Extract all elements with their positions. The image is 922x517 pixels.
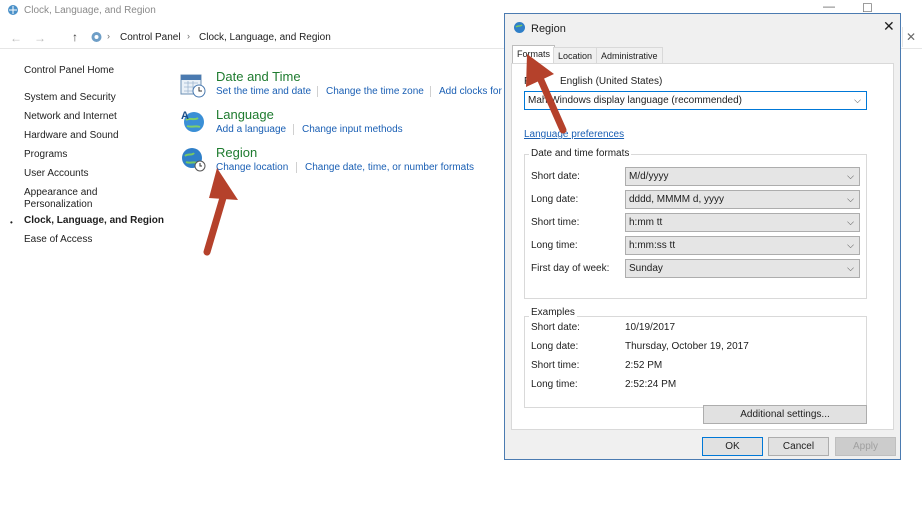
link-add-clocks[interactable]: Add clocks for — [439, 86, 502, 97]
chevron-down-icon: ⌵ — [847, 263, 854, 273]
first-day-of-week-value: Sunday — [629, 263, 663, 274]
short-date-combo[interactable]: M/d/yyyy ⌵ — [625, 167, 860, 186]
sidebar-item-user-accounts[interactable]: User Accounts — [24, 168, 88, 179]
cancel-button[interactable]: Cancel — [768, 437, 829, 456]
format-combo-prefix: Ma — [528, 95, 542, 106]
chevron-down-icon: ⌵ — [847, 240, 854, 250]
sidebar-item-ease-of-access[interactable]: Ease of Access — [24, 234, 92, 245]
active-bullet-icon: • — [10, 218, 13, 227]
category-language[interactable]: Language — [216, 107, 274, 122]
dialog-title: Region — [531, 23, 566, 35]
long-date-value: dddd, MMMM d, yyyy — [629, 194, 725, 205]
breadcrumb-chevron-icon: › — [107, 31, 110, 41]
chevron-down-icon: ⌵ — [847, 194, 854, 204]
long-date-label: Long date: — [531, 194, 579, 205]
svg-text:A: A — [181, 110, 189, 122]
format-label: English (United States) — [560, 76, 663, 87]
date-time-formats-label: Date and time formats — [529, 148, 632, 159]
calendar-clock-icon — [180, 74, 206, 98]
additional-settings-button[interactable]: Additional settings... — [703, 405, 867, 424]
short-date-label: Short date: — [531, 171, 580, 182]
long-time-value: h:mm:ss tt — [629, 240, 676, 251]
sidebar-item-appearance[interactable]: Appearance and — [24, 187, 97, 198]
sidebar-item-network[interactable]: Network and Internet — [24, 111, 117, 122]
long-date-combo[interactable]: dddd, MMMM d, yyyy ⌵ — [625, 190, 860, 209]
annotation-arrow-region — [203, 168, 238, 256]
control-panel-small-icon — [91, 32, 102, 42]
sidebar-item-hardware[interactable]: Hardware and Sound — [24, 130, 119, 141]
breadcrumb-control-panel[interactable]: Control Panel — [120, 32, 181, 43]
formats-tab-panel: F English (United States) Mah Windows di… — [511, 63, 894, 430]
window-title: Clock, Language, and Region — [24, 5, 156, 16]
link-change-input-methods[interactable]: Change input methods — [302, 124, 403, 135]
long-time-combo[interactable]: h:mm:ss tt ⌵ — [625, 236, 860, 255]
region-dialog-icon — [514, 22, 525, 33]
examples-label: Examples — [529, 307, 577, 318]
chevron-down-icon: ⌵ — [854, 95, 861, 105]
forward-arrow-icon[interactable]: → — [34, 31, 46, 45]
ok-button[interactable]: OK — [702, 437, 763, 456]
link-add-language[interactable]: Add a language — [216, 124, 286, 135]
example-short-time-value: 2:52 PM — [625, 360, 663, 371]
example-short-time-label: Short time: — [531, 360, 580, 371]
link-divider — [293, 124, 294, 135]
format-combo-value: h Windows display language (recommended) — [541, 95, 743, 106]
sidebar-item-clock-language-region[interactable]: Clock, Language, and Region — [24, 215, 164, 226]
address-bar-edge — [902, 27, 903, 47]
first-day-of-week-combo[interactable]: Sunday ⌵ — [625, 259, 860, 278]
short-time-value: h:mm tt — [629, 217, 663, 228]
minimize-icon[interactable]: — — [823, 0, 835, 13]
chevron-down-icon: ⌵ — [847, 171, 854, 181]
tab-location[interactable]: Location — [553, 47, 598, 63]
region-dialog: Region ✕ Formats Location Administrative… — [504, 13, 901, 460]
category-date-and-time[interactable]: Date and Time — [216, 69, 301, 84]
link-divider — [430, 86, 431, 97]
sidebar-item-system-security[interactable]: System and Security — [24, 92, 116, 103]
format-label-prefix: F — [524, 76, 531, 87]
example-long-date-label: Long date: — [531, 341, 579, 352]
language-preferences-link[interactable]: Language preferences — [524, 129, 624, 140]
link-change-formats[interactable]: Change date, time, or number formats — [305, 162, 474, 173]
short-date-value: M/d/yyyy — [629, 171, 669, 182]
link-divider — [317, 86, 318, 97]
breadcrumb-current[interactable]: Clock, Language, and Region — [199, 32, 331, 43]
example-short-date-value: 10/19/2017 — [625, 322, 676, 333]
example-long-time-label: Long time: — [531, 379, 578, 390]
sidebar-item-home[interactable]: Control Panel Home — [24, 65, 114, 76]
control-panel-icon — [8, 5, 18, 15]
chevron-down-icon: ⌵ — [847, 217, 854, 227]
tab-administrative[interactable]: Administrative — [596, 47, 663, 63]
example-long-date-value: Thursday, October 19, 2017 — [625, 341, 749, 352]
example-short-date-label: Short date: — [531, 322, 580, 333]
tab-formats[interactable]: Formats — [512, 45, 556, 64]
apply-button[interactable]: Apply — [835, 437, 896, 456]
sidebar-item-programs[interactable]: Programs — [24, 149, 67, 160]
close-icon[interactable]: ✕ — [906, 30, 916, 44]
first-day-of-week-label: First day of week: — [531, 263, 610, 274]
dialog-close-icon[interactable]: ✕ — [883, 18, 895, 35]
format-combo[interactable]: Mah Windows display language (recommende… — [524, 91, 867, 110]
link-change-location[interactable]: Change location — [216, 162, 288, 173]
link-divider — [296, 162, 297, 173]
sidebar-item-personalization[interactable]: Personalization — [24, 199, 92, 210]
link-change-time-zone[interactable]: Change the time zone — [326, 86, 424, 97]
back-arrow-icon[interactable]: ← — [10, 31, 22, 45]
category-region[interactable]: Region — [216, 145, 257, 160]
region-globe-icon — [182, 148, 206, 172]
long-time-label: Long time: — [531, 240, 578, 251]
breadcrumb-chevron-icon: › — [187, 31, 190, 41]
short-time-combo[interactable]: h:mm tt ⌵ — [625, 213, 860, 232]
link-set-time-date[interactable]: Set the time and date — [216, 86, 311, 97]
example-long-time-value: 2:52:24 PM — [625, 379, 677, 390]
short-time-label: Short time: — [531, 217, 580, 228]
language-globe-icon: A — [181, 110, 204, 132]
up-arrow-icon[interactable]: ↑ — [72, 30, 78, 44]
